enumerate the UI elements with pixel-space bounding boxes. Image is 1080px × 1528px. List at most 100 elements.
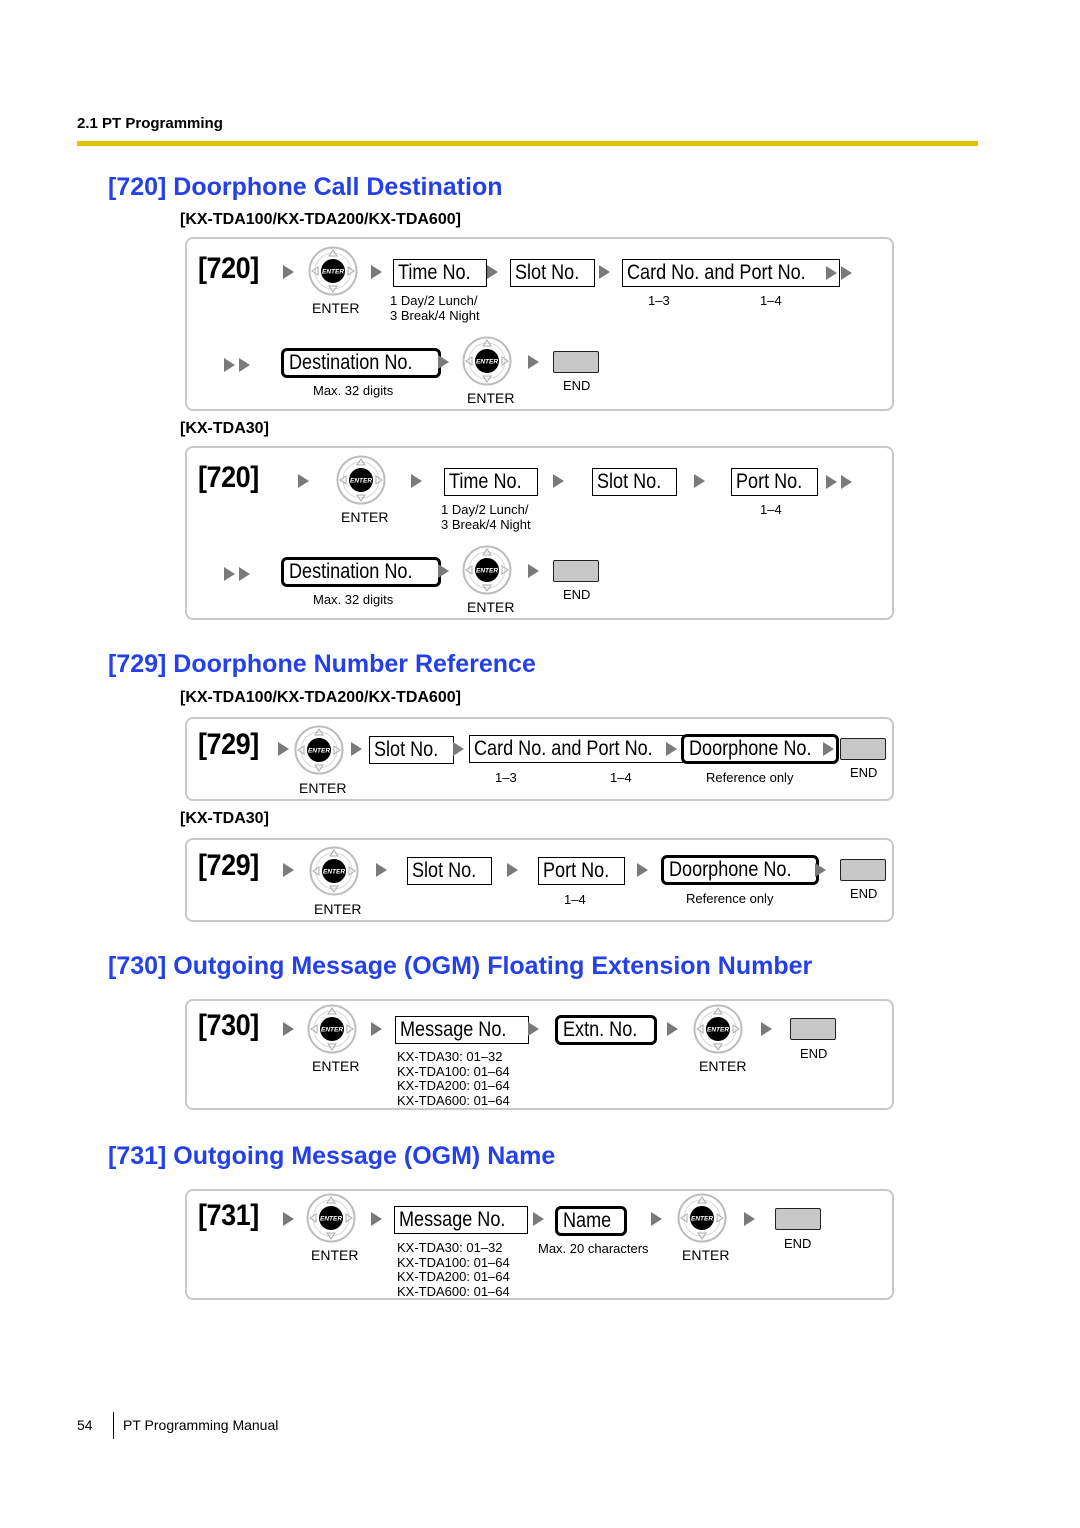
time-hint-line2: 3 Break/4 Night — [390, 308, 480, 323]
enter-key-icon[interactable] — [294, 725, 344, 775]
manual-title: PT Programming Manual — [123, 1417, 279, 1433]
program-code: [729] — [198, 849, 259, 882]
destination-no-field[interactable]: Destination No. — [281, 348, 441, 378]
destination-hint: Max. 32 digits — [313, 592, 394, 607]
port-range: 1–4 — [610, 770, 632, 785]
panel-730 — [185, 999, 894, 1110]
program-code: [731] — [198, 1199, 259, 1232]
right-arrow-icon — [438, 355, 449, 369]
end-key-icon[interactable] — [775, 1208, 821, 1230]
slot-no-field[interactable]: Slot No. — [407, 857, 492, 885]
right-arrow-icon — [351, 742, 362, 756]
enter-label: ENTER — [341, 509, 389, 525]
time-no-field[interactable]: Time No. — [393, 259, 488, 287]
end-key-icon[interactable] — [840, 859, 886, 881]
right-arrow-icon — [761, 1022, 772, 1036]
right-arrow-icon — [528, 1022, 539, 1036]
message-no-field[interactable]: Message No. — [394, 1206, 528, 1234]
name-field[interactable]: Name — [555, 1206, 628, 1236]
right-arrow-icon — [667, 1022, 678, 1036]
end-key-icon[interactable] — [553, 560, 599, 582]
right-arrow-icon — [651, 1212, 662, 1226]
right-arrow-icon — [528, 355, 539, 369]
enter-label: ENTER — [312, 1058, 360, 1074]
range-tda200: KX-TDA200: 01–64 — [397, 1269, 510, 1284]
right-arrow-icon — [283, 1212, 294, 1226]
right-arrow-icon — [438, 564, 449, 578]
enter-key-icon[interactable] — [308, 246, 358, 296]
model-label-tda100-600: [KX-TDA100/KX-TDA200/KX-TDA600] — [180, 211, 461, 228]
range-tda100: KX-TDA100: 01–64 — [397, 1064, 510, 1079]
doorphone-no-field[interactable]: Doorphone No. — [681, 734, 840, 764]
running-head: 2.1 PT Programming — [77, 115, 223, 132]
section-title-731: [731] Outgoing Message (OGM) Name — [108, 1142, 556, 1170]
destination-no-field[interactable]: Destination No. — [281, 557, 441, 587]
right-arrow-icon — [815, 863, 826, 877]
end-key-icon[interactable] — [840, 738, 886, 760]
program-code: [730] — [198, 1009, 259, 1042]
right-arrow-icon — [298, 474, 309, 488]
card-range: 1–3 — [648, 293, 670, 308]
right-arrow-icon — [507, 863, 518, 877]
model-label-tda100-600: [KX-TDA100/KX-TDA200/KX-TDA600] — [180, 689, 461, 706]
enter-key-icon[interactable] — [462, 545, 512, 595]
slot-no-field[interactable]: Slot No. — [592, 468, 677, 496]
right-arrow-icon — [823, 742, 834, 756]
doorphone-no-field[interactable]: Doorphone No. — [661, 855, 820, 885]
port-no-field[interactable]: Port No. — [731, 468, 819, 496]
enter-key-icon[interactable] — [677, 1193, 727, 1243]
section-title-729: [729] Doorphone Number Reference — [108, 650, 536, 678]
extn-no-field[interactable]: Extn. No. — [555, 1015, 658, 1045]
model-label-tda30: [KX-TDA30] — [180, 810, 269, 827]
program-code: [729] — [198, 728, 259, 761]
end-key-icon[interactable] — [790, 1018, 836, 1040]
double-right-arrow-icon — [224, 358, 258, 372]
right-arrow-icon — [553, 474, 564, 488]
enter-key-icon[interactable] — [307, 1004, 357, 1054]
right-arrow-icon — [283, 265, 294, 279]
enter-label: ENTER — [699, 1058, 747, 1074]
enter-key-icon[interactable] — [693, 1004, 743, 1054]
message-no-field[interactable]: Message No. — [395, 1016, 529, 1044]
model-label-tda30: [KX-TDA30] — [180, 420, 269, 437]
range-tda30: KX-TDA30: 01–32 — [397, 1240, 503, 1255]
right-arrow-icon — [744, 1212, 755, 1226]
time-no-field[interactable]: Time No. — [444, 468, 539, 496]
time-hint-line1: 1 Day/2 Lunch/ — [441, 502, 529, 517]
right-arrow-icon — [278, 742, 289, 756]
program-code: [720] — [198, 461, 259, 494]
header-rule — [77, 141, 978, 146]
card-port-no-field[interactable]: Card No. and Port No. — [469, 735, 687, 763]
double-right-arrow-icon — [826, 475, 860, 489]
end-label: END — [850, 886, 878, 901]
range-tda30: KX-TDA30: 01–32 — [397, 1049, 503, 1064]
end-label: END — [850, 765, 878, 780]
section-title-730: [730] Outgoing Message (OGM) Floating Ex… — [108, 952, 813, 980]
card-port-no-field[interactable]: Card No. and Port No. — [622, 259, 840, 287]
section-title-720: [720] Doorphone Call Destination — [108, 173, 503, 201]
right-arrow-icon — [487, 265, 498, 279]
doorphone-hint: Reference only — [706, 770, 794, 785]
end-label: END — [563, 378, 591, 393]
double-right-arrow-icon — [826, 266, 860, 280]
slot-no-field[interactable]: Slot No. — [369, 736, 454, 764]
right-arrow-icon — [283, 863, 294, 877]
right-arrow-icon — [528, 564, 539, 578]
double-right-arrow-icon — [224, 567, 258, 581]
right-arrow-icon — [453, 742, 464, 756]
slot-no-field[interactable]: Slot No. — [510, 259, 595, 287]
enter-key-icon[interactable] — [462, 336, 512, 386]
enter-key-icon[interactable] — [306, 1193, 356, 1243]
port-no-field[interactable]: Port No. — [538, 857, 626, 885]
end-label: END — [784, 1236, 812, 1251]
enter-key-icon[interactable] — [336, 455, 386, 505]
right-arrow-icon — [694, 474, 705, 488]
right-arrow-icon — [666, 742, 677, 756]
end-key-icon[interactable] — [553, 351, 599, 373]
range-tda200: KX-TDA200: 01–64 — [397, 1078, 510, 1093]
enter-key-icon[interactable] — [309, 846, 359, 896]
range-tda600: KX-TDA600: 01–64 — [397, 1284, 510, 1299]
enter-label: ENTER — [314, 901, 362, 917]
time-hint-line2: 3 Break/4 Night — [441, 517, 531, 532]
right-arrow-icon — [637, 863, 648, 877]
